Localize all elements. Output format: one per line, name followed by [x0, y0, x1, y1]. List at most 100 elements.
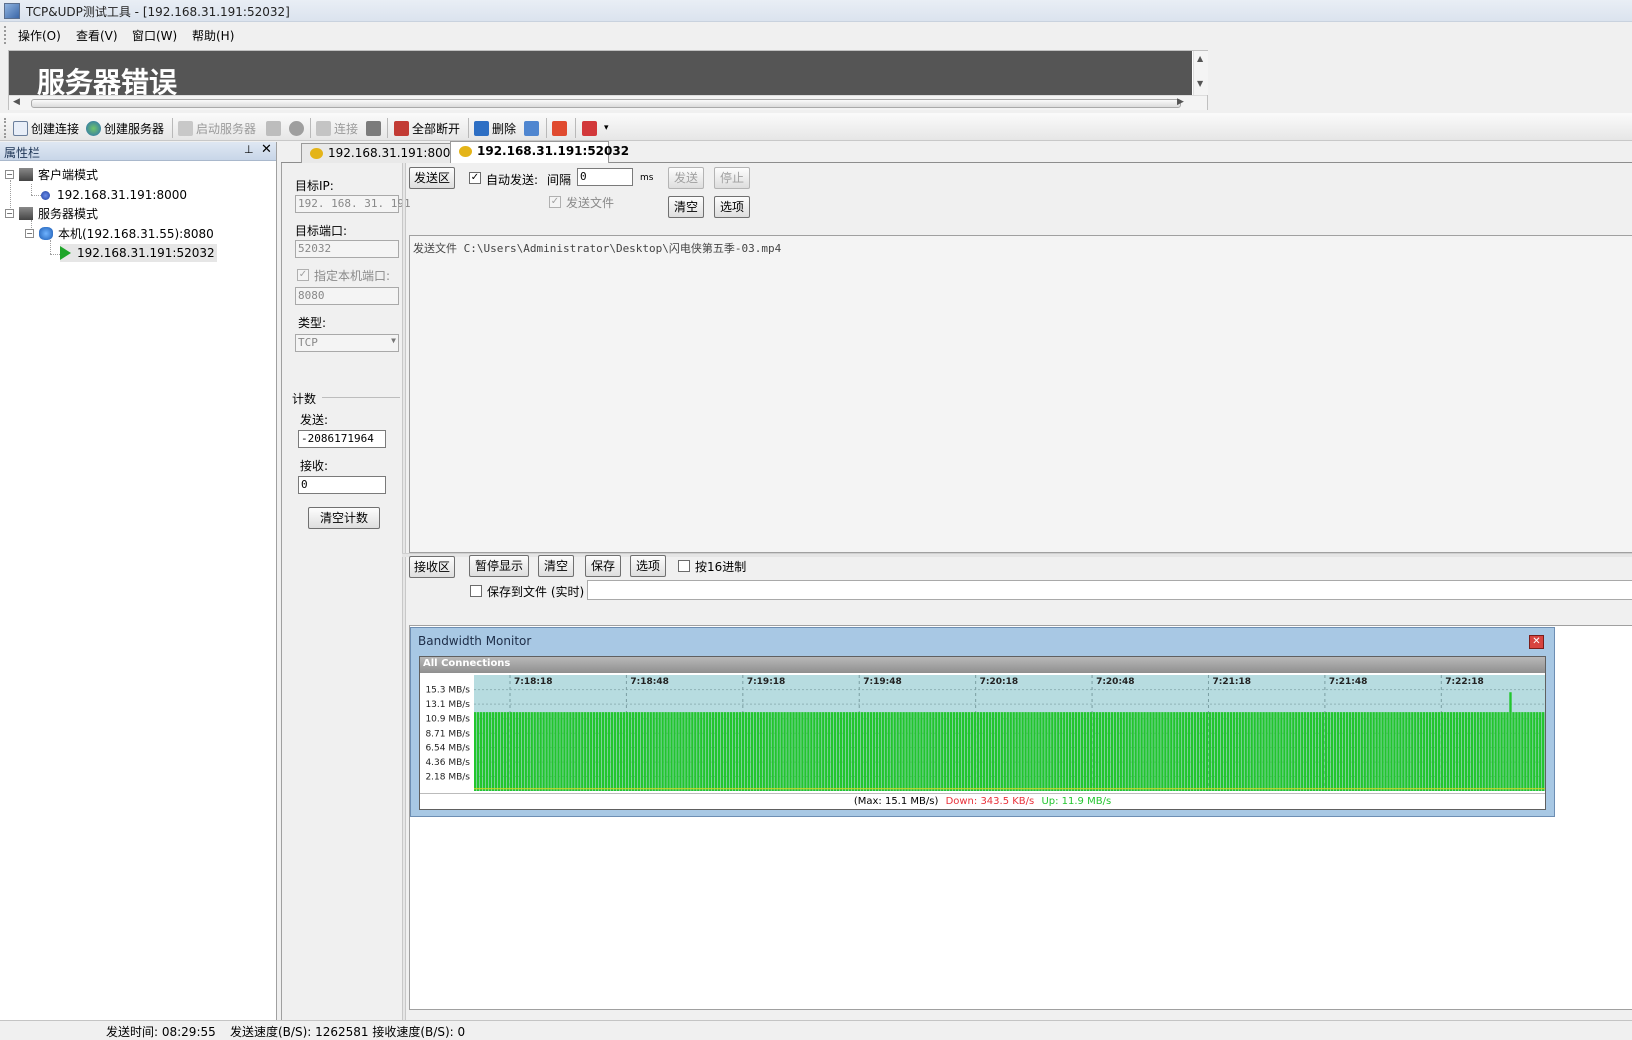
upload-bar [1539, 712, 1542, 791]
local-port-checkbox[interactable]: ✓ [297, 269, 309, 281]
upload-bar [1057, 712, 1060, 791]
web-banner: 服务器错误 [9, 51, 1192, 95]
scroll-down-icon[interactable]: ▼ [1197, 79, 1203, 88]
disconnect-all-button[interactable]: 全部断开 [394, 119, 460, 137]
delete-all-button[interactable] [524, 119, 539, 137]
upload-bar [792, 712, 795, 791]
bandwidth-chart: 15.3 MB/s 13.1 MB/s 10.9 MB/s 8.71 MB/s 6.54… [420, 673, 1545, 793]
exit-button[interactable] [552, 119, 567, 137]
upload-bar [1128, 712, 1131, 791]
collapse-icon[interactable]: − [5, 169, 14, 179]
pause-display-button[interactable]: 暂停显示 [469, 555, 529, 577]
upload-bar [1506, 712, 1509, 791]
interval-input[interactable]: 0 [577, 168, 633, 186]
close-icon[interactable]: ✕ [261, 142, 272, 157]
scroll-right-icon[interactable]: ▶ [1177, 97, 1184, 107]
menu-operate[interactable]: 操作(O) [18, 27, 61, 44]
upload-bar [1494, 712, 1497, 791]
send-clear-button[interactable]: 清空 [668, 196, 704, 218]
save-file-path-input[interactable] [587, 580, 1632, 600]
upload-bar [774, 712, 777, 791]
recv-clear-button[interactable]: 清空 [538, 555, 574, 577]
hex-checkbox[interactable] [678, 560, 690, 572]
web-banner-heading: 服务器错误 [37, 66, 178, 95]
bandwidth-monitor-panel: All Connections 15.3 MB/s 13.1 MB/s 10.9 M… [419, 656, 1546, 810]
clear-count-button[interactable]: 清空计数 [308, 507, 380, 529]
upload-bar [604, 712, 608, 791]
connect-icon [316, 120, 331, 136]
close-icon[interactable]: ✕ [1529, 635, 1544, 649]
scroll-left-icon[interactable]: ◀ [13, 97, 20, 107]
target-ip-field[interactable]: 192. 168. 31. 191 [295, 195, 411, 213]
collapse-icon[interactable]: − [5, 208, 14, 218]
toolbar-overflow-button[interactable]: ▾ [604, 119, 609, 137]
down-rate-text: Down: 343.5 KB/s [945, 796, 1035, 807]
tab-connection-52032[interactable]: 192.168.31.191:52032 [450, 141, 629, 164]
upload-bar [1262, 712, 1265, 791]
auto-send-checkbox[interactable]: ✓ [469, 172, 481, 184]
upload-bar [1512, 712, 1515, 791]
web-vertical-scrollbar[interactable]: ▲ ▼ [1193, 51, 1208, 95]
upload-bar [1455, 712, 1459, 791]
close-server-button[interactable] [289, 119, 304, 137]
upload-bar [1193, 712, 1197, 791]
create-connection-button[interactable]: 创建连接 [13, 119, 79, 137]
column-splitter[interactable] [402, 163, 406, 1020]
web-horizontal-scrollbar[interactable]: ◀ ▶ [9, 95, 1207, 110]
upload-bar [658, 712, 661, 791]
upload-bar [1348, 712, 1352, 791]
stop-server-button[interactable] [266, 119, 281, 137]
upload-bar [798, 712, 801, 791]
web-scroll-thumb[interactable] [31, 99, 1181, 108]
send-file-checkbox[interactable]: ✓ [549, 196, 561, 208]
upload-bar [1030, 712, 1033, 791]
create-server-button[interactable]: 创建服务器 [86, 119, 164, 137]
help-button[interactable] [582, 119, 597, 137]
upload-bar [685, 712, 688, 791]
scroll-up-icon[interactable]: ▲ [1197, 54, 1203, 63]
start-server-button[interactable]: 启动服务器 [178, 119, 256, 137]
upload-bar [1345, 712, 1349, 791]
upload-bar [1152, 712, 1155, 791]
recv-area-button[interactable]: 接收区 [409, 556, 455, 578]
tab-connection-8000[interactable]: 192.168.31.191:8000 [301, 143, 458, 163]
upload-bar [982, 712, 986, 791]
tree-node-server-connection[interactable]: 192.168.31.191:52032 [60, 244, 217, 262]
save-to-file-checkbox[interactable] [470, 585, 482, 597]
upload-bar [1286, 712, 1289, 791]
send-area-button[interactable]: 发送区 [409, 167, 455, 189]
send-button[interactable]: 发送 [668, 167, 704, 189]
upload-bar [994, 712, 997, 791]
stop-button[interactable]: 停止 [714, 167, 750, 189]
menu-view[interactable]: 查看(V) [76, 27, 118, 44]
tree-node-client-connection[interactable]: 192.168.31.191:8000 [41, 186, 187, 204]
recv-save-button[interactable]: 保存 [585, 555, 621, 577]
local-port-field[interactable]: 8080 [295, 287, 399, 305]
tree-node-server-mode[interactable]: − 服务器模式 [5, 204, 98, 222]
upload-bar [950, 712, 953, 791]
menu-window[interactable]: 窗口(W) [132, 27, 177, 44]
connect-button[interactable]: 连接 [316, 119, 358, 137]
upload-bar [813, 712, 816, 791]
pin-icon[interactable]: ⊥ [244, 143, 254, 156]
disconnect-button[interactable] [366, 119, 381, 137]
send-text-area[interactable]: 发送文件 C:\Users\Administrator\Desktop\闪电侠第… [409, 235, 1632, 553]
delete-button[interactable]: 删除 [474, 119, 516, 137]
upload-bar [634, 712, 638, 791]
recv-text-area[interactable]: Bandwidth Monitor ✕ All Connections 15.3… [409, 625, 1632, 1010]
upload-bar [777, 712, 780, 791]
menu-help[interactable]: 帮助(H) [192, 27, 234, 44]
target-port-field[interactable]: 52032 [295, 240, 399, 258]
y-tick-label: 10.9 MB/s [425, 715, 470, 725]
type-select[interactable]: TCP ▼ [295, 334, 399, 352]
tree-node-client-mode[interactable]: − 客户端模式 [5, 165, 98, 183]
upload-bar [1256, 712, 1259, 791]
recv-options-button[interactable]: 选项 [630, 555, 666, 577]
tree-node-local-server[interactable]: − 本机(192.168.31.55):8080 [25, 224, 214, 242]
recv-count-field[interactable]: 0 [298, 476, 386, 494]
upload-bar [1167, 712, 1170, 791]
collapse-icon[interactable]: − [25, 228, 34, 238]
upload-bar [1473, 712, 1476, 791]
send-count-field[interactable]: -2086171964 [298, 430, 386, 448]
send-options-button[interactable]: 选项 [714, 196, 750, 218]
